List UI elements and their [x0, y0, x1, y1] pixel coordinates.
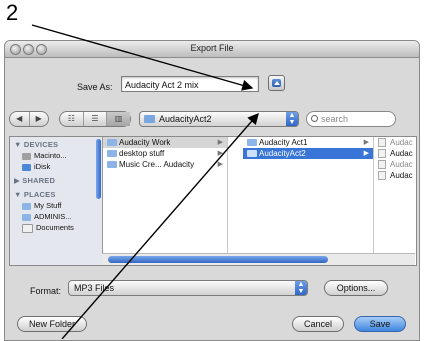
audio-file-icon [378, 149, 386, 158]
chevron-right-icon: ▶ [217, 161, 223, 168]
idisk-icon [22, 163, 31, 171]
list-item[interactable]: desktop stuff ▶ [103, 148, 227, 159]
list-item[interactable]: Audac [374, 170, 416, 181]
list-item-label: Audacity Act1 [259, 138, 308, 147]
sidebar-item-label: My Stuff [34, 201, 62, 210]
shared-header[interactable]: ▶ SHARED [10, 175, 102, 186]
devices-header[interactable]: ▼ DEVICES [10, 139, 102, 150]
window-title: Export File [190, 43, 234, 53]
updown-arrows-icon: ▲ ▼ [286, 112, 298, 126]
new-folder-button[interactable]: New Folder [17, 316, 87, 332]
sidebar-item-idisk[interactable]: iDisk [10, 161, 102, 172]
folder-icon [247, 150, 257, 157]
places-header[interactable]: ▼ PLACES [10, 189, 102, 200]
list-item[interactable]: Audac [374, 148, 416, 159]
list-view-button[interactable]: ☰ [84, 112, 108, 126]
list-item[interactable]: Audac [374, 137, 416, 148]
forward-button[interactable]: ▶ [30, 112, 49, 126]
chevron-right-icon: ▶ [217, 139, 223, 146]
format-label: Format: [30, 286, 62, 296]
browser-column-3: Audac Audac Audac Audac [374, 137, 416, 265]
list-item-label: desktop stuff [119, 149, 165, 158]
horizontal-scrollbar[interactable] [102, 253, 415, 265]
sidebar-item-my-stuff[interactable]: My Stuff [10, 200, 102, 211]
sidebar-scrollbar[interactable] [96, 139, 101, 199]
scrollbar-thumb[interactable] [108, 256, 328, 263]
format-value: MP3 Files [74, 283, 115, 293]
format-select[interactable]: MP3 Files ▲ ▼ [68, 280, 308, 296]
annotation-number: 2 [6, 0, 19, 25]
list-item-label: Audac [390, 160, 413, 169]
list-item-label: Audac [390, 138, 413, 147]
options-button[interactable]: Options... [324, 280, 388, 296]
audio-file-icon [378, 138, 386, 147]
location-popup[interactable]: AudacityAct2 ▲ ▼ [139, 111, 299, 127]
audio-file-icon [378, 160, 386, 169]
chevron-right-icon: ▶ [363, 139, 369, 146]
triangle-up-icon [272, 79, 281, 87]
list-item-selected[interactable]: AudacityAct2 ▶ [243, 148, 373, 159]
updown-arrows-icon: ▲ ▼ [295, 281, 307, 295]
save-as-label: Save As: [77, 82, 113, 92]
hard-disk-icon [22, 152, 31, 160]
location-label: AudacityAct2 [159, 114, 212, 124]
sidebar-item-label: ADMINIS... [34, 212, 72, 221]
back-button[interactable]: ◀ [10, 112, 30, 126]
search-icon [311, 115, 318, 122]
browser-column-2: Audacity Act1 ▶ AudacityAct2 ▶ [243, 137, 374, 265]
save-button[interactable]: Save [354, 316, 406, 332]
folder-icon [247, 139, 257, 146]
list-item-label: Music Cre... Audacity [119, 160, 195, 169]
search-placeholder: search [321, 114, 349, 124]
view-mode-control: ☷ ☰ ▥ [59, 111, 131, 127]
document-icon [22, 223, 33, 233]
column-view-button[interactable]: ▥ [107, 112, 131, 126]
folder-icon [144, 115, 155, 123]
save-as-input[interactable]: Audacity Act 2 mix [121, 76, 259, 92]
sidebar-item-label: Documents [36, 223, 74, 232]
audio-file-icon [378, 171, 386, 180]
sidebar-item-label: iDisk [34, 162, 51, 171]
list-item-label: Audac [390, 171, 413, 180]
list-item[interactable]: Audacity Act1 ▶ [243, 137, 373, 148]
sidebar-item-documents[interactable]: Documents [10, 222, 102, 233]
browser-column-1: Audacity Work ▶ desktop stuff ▶ Music Cre.… [103, 137, 228, 265]
title-bar: Export File [5, 41, 419, 58]
list-item-label: Audac [390, 149, 413, 158]
cancel-button[interactable]: Cancel [292, 316, 344, 332]
nav-back-forward: ◀ ▶ [9, 111, 49, 127]
sidebar-item-administrator[interactable]: ADMINIS... [10, 211, 102, 222]
browser-toolbar: ◀ ▶ ☷ ☰ ▥ AudacityAct2 ▲ ▼ search [9, 111, 415, 129]
list-item-label: AudacityAct2 [259, 149, 306, 158]
sidebar-item-macintosh[interactable]: Macinto... [10, 150, 102, 161]
search-field[interactable]: search [306, 111, 396, 127]
folder-icon [107, 150, 117, 157]
folder-icon [107, 139, 117, 146]
icon-view-button[interactable]: ☷ [60, 112, 84, 126]
folder-icon [22, 213, 31, 221]
chevron-right-icon: ▶ [217, 150, 223, 157]
expand-dialog-button[interactable] [268, 75, 285, 91]
list-item[interactable]: Audac [374, 159, 416, 170]
chevron-right-icon: ▶ [363, 150, 369, 157]
file-browser: ▼ DEVICES Macinto... iDisk ▶ SHARED ▼ PL… [9, 136, 417, 266]
sidebar: ▼ DEVICES Macinto... iDisk ▶ SHARED ▼ PL… [10, 137, 103, 265]
folder-icon [107, 161, 117, 168]
export-file-dialog: Export File Save As: Audacity Act 2 mix … [4, 40, 420, 341]
list-item[interactable]: Audacity Work ▶ [103, 137, 227, 148]
list-item-label: Audacity Work [119, 138, 171, 147]
sidebar-item-label: Macinto... [34, 151, 67, 160]
folder-icon [22, 202, 31, 210]
list-item[interactable]: Music Cre... Audacity ▶ [103, 159, 227, 170]
